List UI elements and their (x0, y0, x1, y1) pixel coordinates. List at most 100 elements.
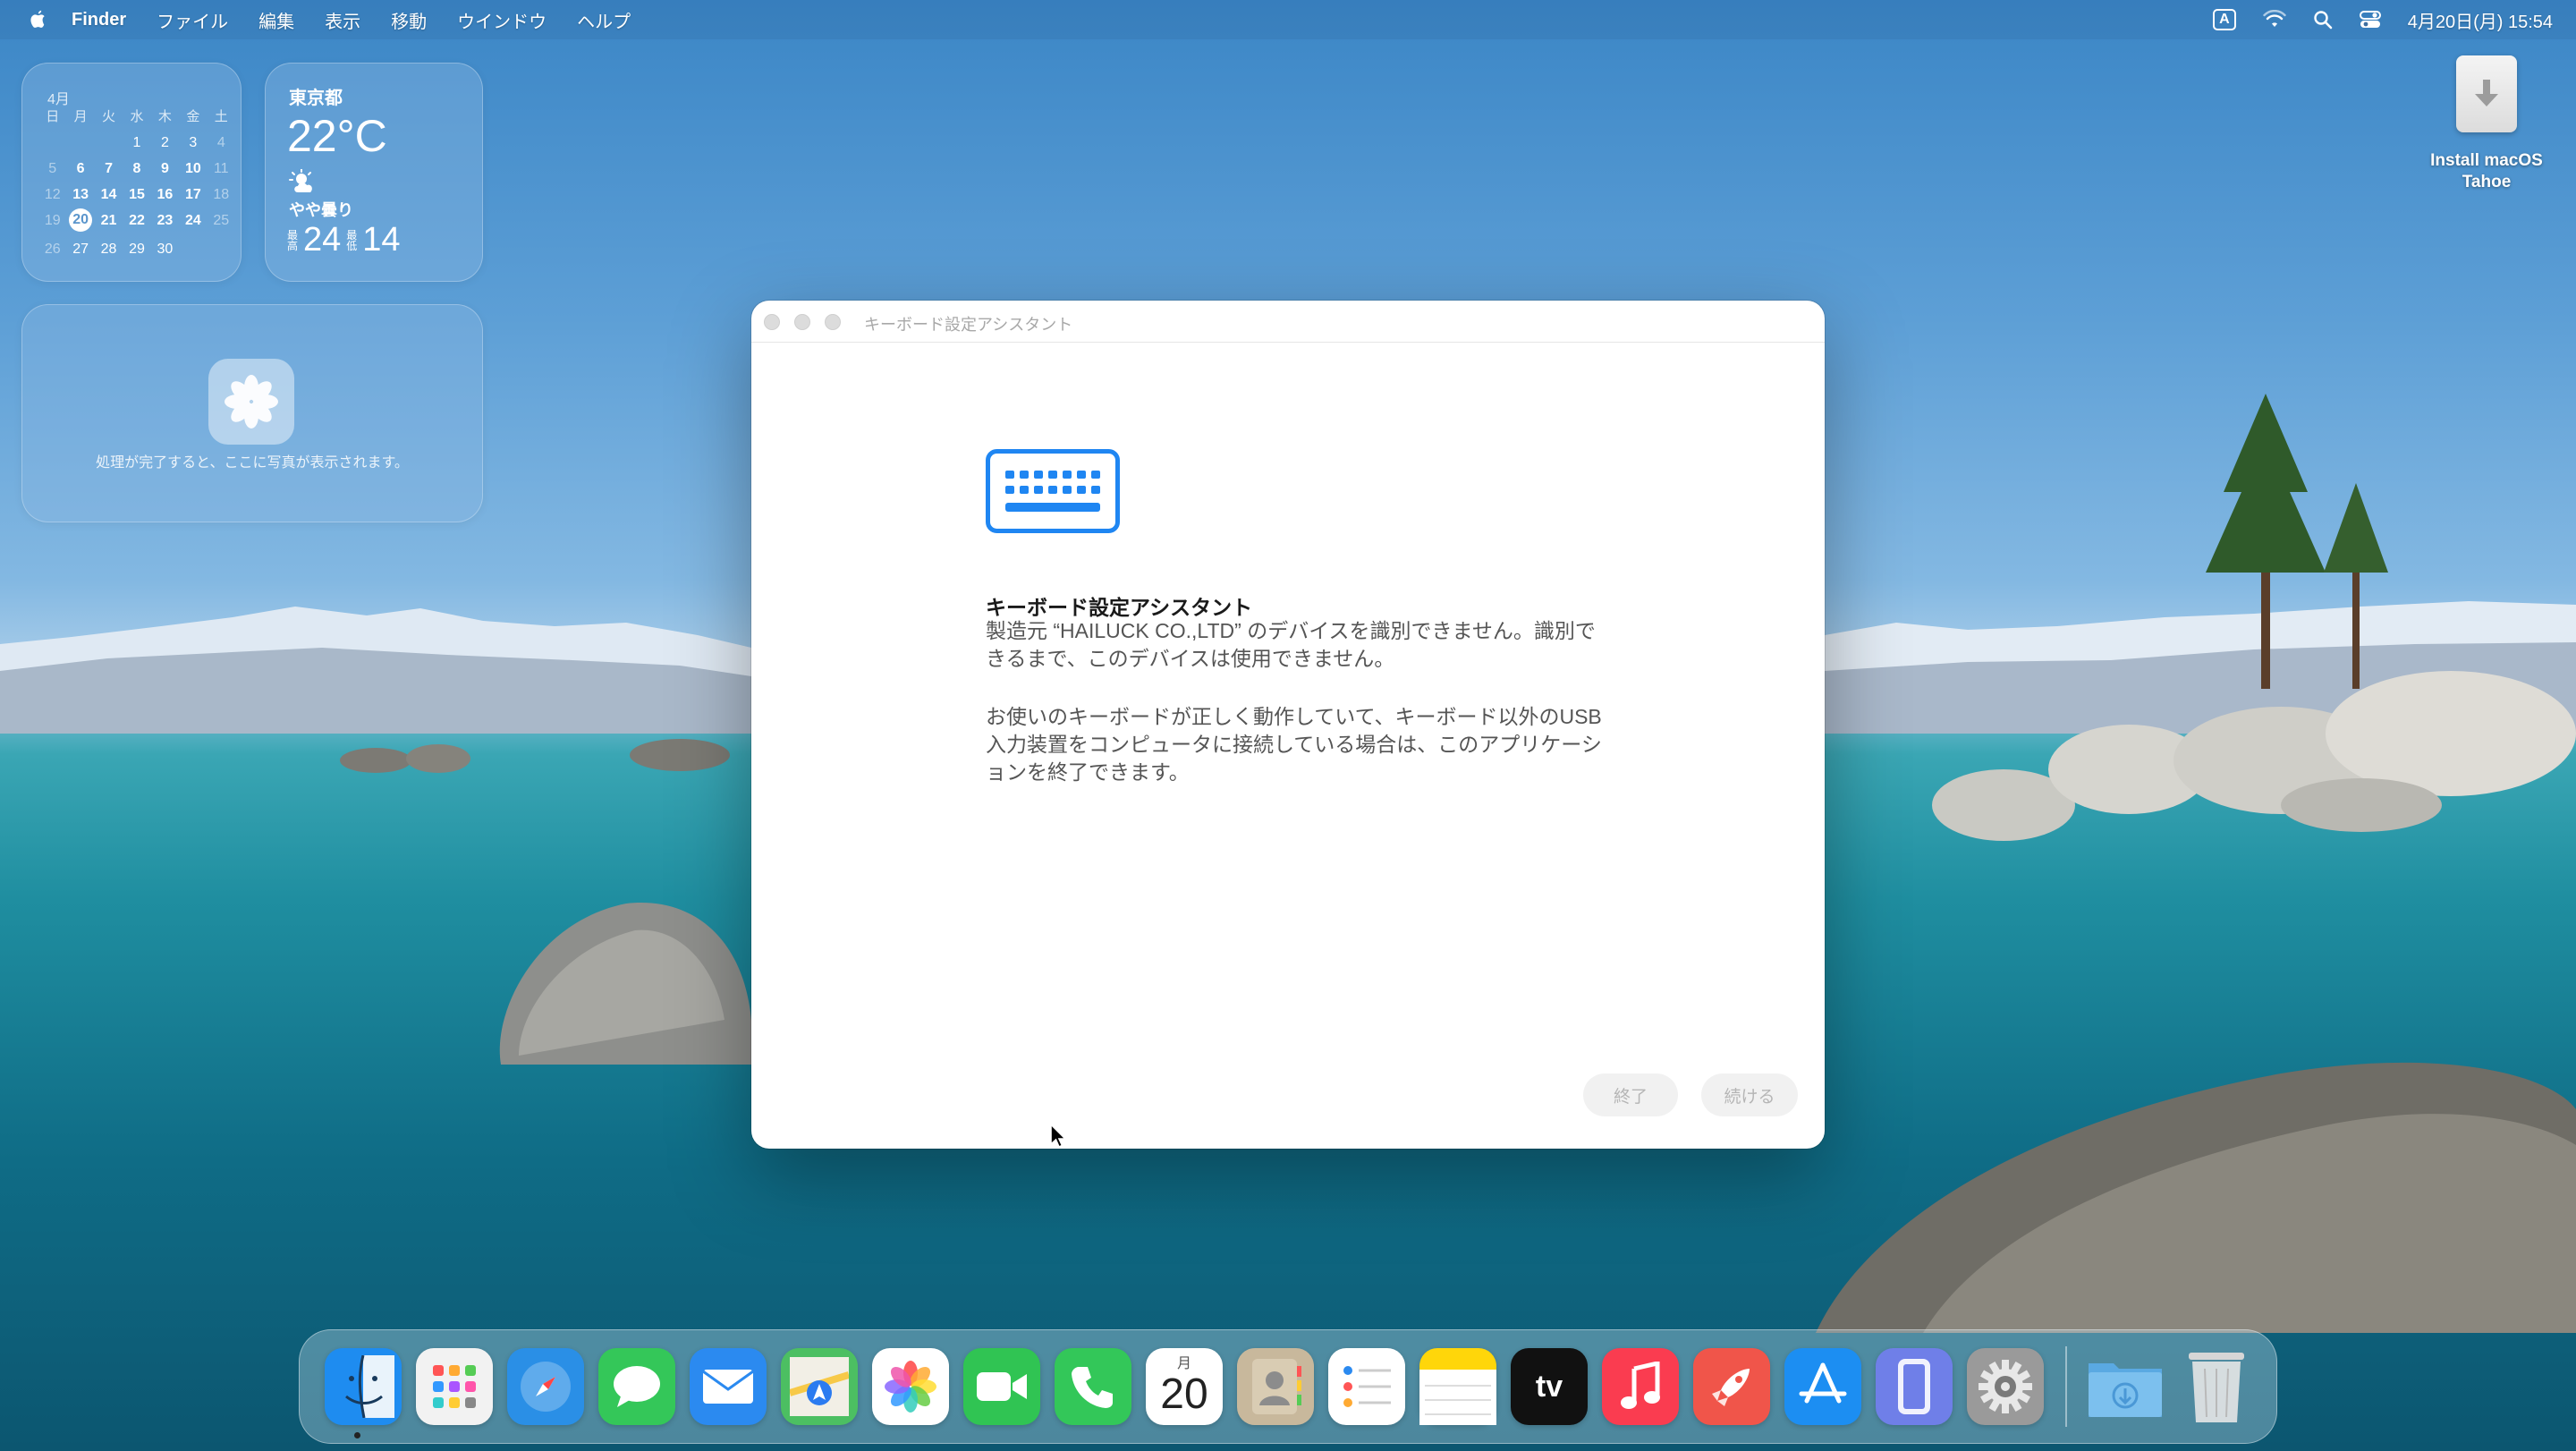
small-rocks (340, 739, 730, 773)
minimize-button[interactable] (794, 314, 810, 330)
menu-help[interactable]: ヘルプ (577, 7, 631, 33)
weather-widget[interactable]: 東京都 22°C やや曇り 最高 24 最低 14 (265, 63, 483, 282)
calendar-day: 10 (184, 161, 201, 176)
ime-icon[interactable]: A (2213, 9, 2236, 30)
weather-low: 14 (362, 221, 401, 259)
rocket-icon[interactable] (1693, 1348, 1770, 1425)
photos-widget[interactable]: 処理が完了すると、ここに写真が表示されます。 (21, 304, 483, 522)
control-center-icon[interactable] (2359, 10, 2381, 30)
calendar-weekday: 木 (157, 109, 172, 124)
menu-bar: Finder ファイル 編集 表示 移動 ウインドウ ヘルプ A 4月20日(月… (0, 0, 2576, 39)
spotlight-search-icon[interactable] (2313, 10, 2333, 30)
window-titlebar[interactable]: キーボード設定アシスタント (751, 301, 1825, 343)
calendar-day (95, 134, 123, 151)
iphone-mirroring-icon[interactable] (1876, 1348, 1953, 1425)
maps-icon[interactable] (781, 1348, 858, 1425)
dialog-message-1: 製造元 “HAILUCK CO.,LTD” のデバイスを識別できません。識別でき… (986, 619, 1596, 670)
calendar-day: 9 (160, 161, 169, 176)
app-store-icon[interactable] (1784, 1348, 1861, 1425)
facetime-icon[interactable] (963, 1348, 1040, 1425)
calendar-day: 27 (72, 242, 89, 257)
partly-cloudy-icon (289, 169, 312, 192)
calendar-day: 6 (76, 161, 85, 176)
calendar-day: 29 (129, 242, 145, 257)
calendar-widget[interactable]: 4月 日月火水木金土 1 2 3 4 5 6 7 8 9 10 11 12 13 14 15 16 17 18 19 2… (21, 63, 242, 282)
dialog-message-2: お使いのキーボードが正しく動作していて、キーボード以外のUSB入力装置をコンピュ… (986, 705, 1602, 784)
calendar-day: 21 (100, 213, 117, 228)
calendar-today: 20 (69, 208, 93, 232)
weather-low-label: 最低 (346, 228, 358, 252)
music-icon[interactable] (1602, 1348, 1679, 1425)
calendar-day: 15 (129, 187, 145, 202)
calendar-day: 17 (184, 187, 201, 202)
keyboard-setup-assistant-window[interactable]: キーボード設定アシスタント キーボード設定アシスタント 製造元 “HAILUCK… (751, 301, 1825, 1149)
calendar-day: 23 (157, 213, 174, 228)
quit-button[interactable]: 終了 (1583, 1073, 1678, 1116)
calendar-day: 26 (44, 242, 61, 257)
menu-view[interactable]: 表示 (325, 7, 360, 33)
calendar-day: 1 (132, 135, 141, 150)
dock: 月 20 tv (299, 1329, 2277, 1444)
weather-high: 24 (303, 221, 342, 259)
dialog-heading: キーボード設定アシスタント (986, 596, 1253, 619)
mail-icon[interactable] (690, 1348, 767, 1425)
dock-separator (2065, 1346, 2067, 1427)
calendar-day: 25 (213, 213, 230, 228)
photos-icon[interactable] (872, 1348, 949, 1425)
calendar-day: 22 (129, 213, 145, 228)
menu-go[interactable]: 移動 (391, 7, 427, 33)
calendar-day: 18 (213, 187, 230, 202)
continue-button[interactable]: 続ける (1701, 1073, 1798, 1116)
finder-icon[interactable] (325, 1348, 402, 1425)
calendar-day: 16 (157, 187, 174, 202)
system-settings-icon[interactable] (1967, 1348, 2044, 1425)
calendar-day (38, 134, 66, 151)
menu-file[interactable]: ファイル (157, 7, 228, 33)
window-title: キーボード設定アシスタント (864, 316, 1073, 334)
menu-window[interactable]: ウインドウ (457, 7, 547, 33)
menu-clock[interactable]: 4月20日(月) 15:54 (2408, 7, 2553, 33)
phone-icon[interactable] (1055, 1348, 1131, 1425)
menu-edit[interactable]: 編集 (258, 7, 294, 33)
calendar-day: 24 (184, 213, 201, 228)
notes-icon[interactable] (1419, 1348, 1496, 1425)
calendar-day: 28 (100, 242, 117, 257)
calendar-day: 5 (48, 161, 57, 176)
mouse-cursor-icon (1050, 1124, 1066, 1149)
desktop-icon-label: Install macOS Tahoe (2430, 151, 2543, 191)
calendar-day: 30 (157, 242, 174, 257)
calendar-weekday: 土 (214, 109, 228, 124)
downloads-folder-icon[interactable] (2087, 1348, 2164, 1425)
desktop-icon-install-macos[interactable]: Install macOS Tahoe (2415, 55, 2558, 193)
photos-icon (208, 359, 294, 445)
close-button[interactable] (764, 314, 780, 330)
boulder-right (1816, 1062, 2576, 1333)
wifi-icon[interactable] (2263, 10, 2286, 30)
trash-icon[interactable] (2178, 1348, 2255, 1425)
calendar-icon[interactable]: 月 20 (1146, 1348, 1223, 1425)
weather-temperature: 22°C (287, 111, 387, 161)
calendar-weekday: 月 (73, 109, 88, 124)
calendar-day: 2 (160, 135, 169, 150)
messages-icon[interactable] (598, 1348, 675, 1425)
calendar-day: 3 (189, 135, 198, 150)
weather-high-low: 最高 24 最低 14 (287, 221, 401, 259)
installer-icon (2456, 55, 2517, 132)
calendar-day (66, 134, 94, 151)
tv-icon-text: tv (1535, 1369, 1563, 1404)
menu-app-finder[interactable]: Finder (72, 10, 126, 30)
weather-city: 東京都 (289, 89, 343, 108)
safari-icon[interactable] (507, 1348, 584, 1425)
reminders-icon[interactable] (1328, 1348, 1405, 1425)
zoom-button[interactable] (825, 314, 841, 330)
calendar-day: 8 (132, 161, 141, 176)
weather-condition: やや曇り (289, 201, 353, 219)
photos-widget-message: 処理が完了すると、ここに写真が表示されます。 (96, 455, 409, 471)
running-indicator (354, 1432, 360, 1438)
apple-menu-icon[interactable] (27, 8, 48, 31)
launchpad-icon[interactable] (416, 1348, 493, 1425)
contacts-icon[interactable] (1237, 1348, 1314, 1425)
calendar-month: 4月 (47, 92, 70, 107)
apple-tv-icon[interactable]: tv (1511, 1348, 1588, 1425)
calendar-day: 19 (44, 213, 61, 228)
